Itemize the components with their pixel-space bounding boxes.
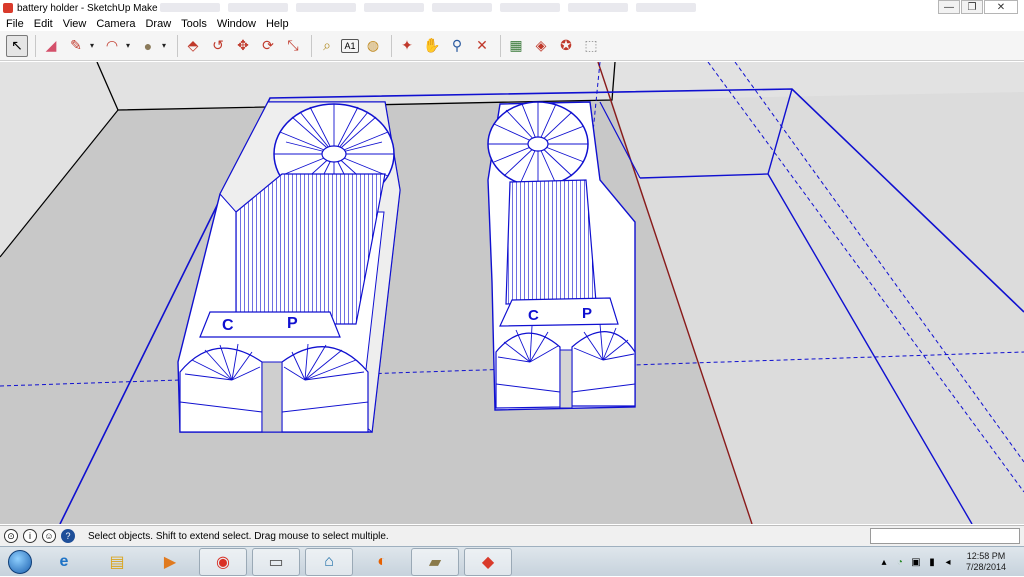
internet-explorer-icon[interactable]: e: [40, 548, 88, 576]
select-tool-icon[interactable]: ↖: [6, 34, 28, 57]
windows-taskbar: e ▤ ▶ ◉ ▭ ⌂ ◐ ▰ ◆ ▴ ◔ ▣ ▮ ◂ 12:58 PM 7/2…: [0, 546, 1024, 576]
maximize-button[interactable]: ❐: [961, 0, 983, 14]
measurements-input[interactable]: [870, 528, 1020, 544]
arc-tool-icon[interactable]: ◠: [101, 35, 123, 57]
credits-icon[interactable]: i: [23, 529, 37, 543]
share-component-icon[interactable]: ⬚: [580, 35, 602, 57]
status-bar: ⊙ i ☺ ? Select objects. Shift to extend …: [0, 525, 1024, 546]
blurred-tab: [364, 3, 424, 12]
menu-bar: File Edit View Camera Draw Tools Window …: [0, 16, 1024, 31]
hp-app-icon[interactable]: ⌂: [305, 547, 353, 576]
blurred-title-area: [160, 3, 696, 12]
rotate-tool-icon[interactable]: ⟳: [257, 35, 279, 57]
toolbar-separator: [500, 34, 501, 57]
sync-tray-icon[interactable]: ◔: [894, 556, 906, 568]
menu-file[interactable]: File: [2, 18, 30, 30]
model-label-c: C: [528, 307, 539, 324]
blurred-tab: [228, 3, 288, 12]
warehouse-icon[interactable]: ▦: [505, 35, 527, 57]
menu-draw[interactable]: Draw: [141, 18, 177, 30]
blurred-tab: [568, 3, 628, 12]
geo-location-icon[interactable]: ⊙: [4, 529, 18, 543]
blurred-tab: [500, 3, 560, 12]
blurred-tab: [160, 3, 220, 12]
menu-view[interactable]: View: [59, 18, 93, 30]
pan-tool-icon[interactable]: ✋: [421, 35, 443, 57]
monitor-app-icon[interactable]: ▭: [252, 547, 300, 576]
network-tray-icon[interactable]: ▮: [926, 556, 938, 568]
model-label-c: C: [222, 317, 234, 334]
move-tool-icon[interactable]: ✥: [232, 35, 254, 57]
device-tray-icon[interactable]: ▣: [910, 556, 922, 568]
orbit-tool-icon[interactable]: ✦: [396, 35, 418, 57]
chevron-down-icon[interactable]: ▾: [90, 41, 98, 50]
chevron-down-icon[interactable]: ▾: [126, 41, 134, 50]
main-toolbar: ↖ ◢ ✎ ▾ ◠ ▾ ● ▾ ⬘ ↺ ✥ ⟳ ⤡ ⌕ A1 ◍ ✦ ✋ ⚲ ✕…: [0, 31, 1024, 61]
clock-time: 12:58 PM: [966, 551, 1006, 561]
toolbar-separator: [311, 34, 312, 57]
window-title: battery holder - SketchUp Make: [17, 2, 158, 14]
extension-warehouse-icon[interactable]: ✪: [555, 35, 577, 57]
system-tray: ▴ ◔ ▣ ▮ ◂ 12:58 PM 7/28/2014: [878, 547, 1024, 577]
model-label-p: P: [582, 305, 592, 322]
scale-tool-icon[interactable]: ⤡: [282, 35, 304, 57]
chrome-icon[interactable]: ◉: [199, 547, 247, 576]
eraser-tool-icon[interactable]: ◢: [40, 35, 62, 57]
media-player-icon[interactable]: ▶: [146, 548, 194, 576]
pencil-line-tool-icon[interactable]: ✎: [65, 35, 87, 57]
close-button[interactable]: ✕: [984, 0, 1018, 14]
sketchup-app-icon[interactable]: [3, 3, 13, 13]
model-label-p: P: [287, 315, 298, 332]
toolbar-separator: [391, 34, 392, 57]
text-tool-icon[interactable]: A1: [341, 38, 359, 53]
shapes-tool-icon[interactable]: ●: [137, 35, 159, 57]
menu-window[interactable]: Window: [213, 18, 262, 30]
menu-tools[interactable]: Tools: [177, 18, 213, 30]
status-message: Select objects. Shift to extend select. …: [88, 530, 389, 542]
zoom-tool-icon[interactable]: ⚲: [446, 35, 468, 57]
menu-edit[interactable]: Edit: [30, 18, 59, 30]
show-hidden-icons[interactable]: ▴: [878, 556, 890, 568]
window-controls: — ❐ ✕: [937, 0, 1018, 14]
clock[interactable]: 12:58 PM 7/28/2014: [966, 551, 1006, 573]
modeling-viewport[interactable]: C P C P: [0, 62, 1024, 524]
title-bar: battery holder - SketchUp Make — ❐ ✕: [0, 0, 1024, 16]
clock-date: 7/28/2014: [965, 562, 1006, 572]
paint-bucket-tool-icon[interactable]: ◍: [362, 35, 384, 57]
minimize-button[interactable]: —: [938, 0, 960, 14]
scanner-app-icon[interactable]: ▰: [411, 547, 459, 576]
viewport-canvas[interactable]: C P C P: [0, 62, 1024, 524]
menu-camera[interactable]: Camera: [92, 18, 141, 30]
follow-me-tool-icon[interactable]: ↺: [207, 35, 229, 57]
menu-help[interactable]: Help: [262, 18, 295, 30]
push-pull-tool-icon[interactable]: ⬘: [182, 35, 204, 57]
windows-logo-icon: [8, 549, 32, 574]
user-sign-in-icon[interactable]: ☺: [42, 529, 56, 543]
sketchup-task-icon[interactable]: ◆: [464, 547, 512, 576]
firefox-icon[interactable]: ◐: [358, 548, 406, 576]
toolbar-separator: [177, 34, 178, 57]
share-model-icon[interactable]: ◈: [530, 35, 552, 57]
tape-measure-tool-icon[interactable]: ⌕: [316, 35, 338, 57]
blurred-tab: [636, 3, 696, 12]
measurements-grip-icon: [854, 530, 866, 542]
file-explorer-icon[interactable]: ▤: [93, 548, 141, 576]
toolbar-separator: [35, 34, 36, 57]
zoom-extents-tool-icon[interactable]: ✕: [471, 35, 493, 57]
chevron-down-icon[interactable]: ▾: [162, 41, 170, 50]
help-icon[interactable]: ?: [61, 529, 75, 543]
volume-tray-icon[interactable]: ◂: [942, 556, 954, 568]
start-button[interactable]: [0, 547, 40, 577]
blurred-tab: [296, 3, 356, 12]
blurred-tab: [432, 3, 492, 12]
